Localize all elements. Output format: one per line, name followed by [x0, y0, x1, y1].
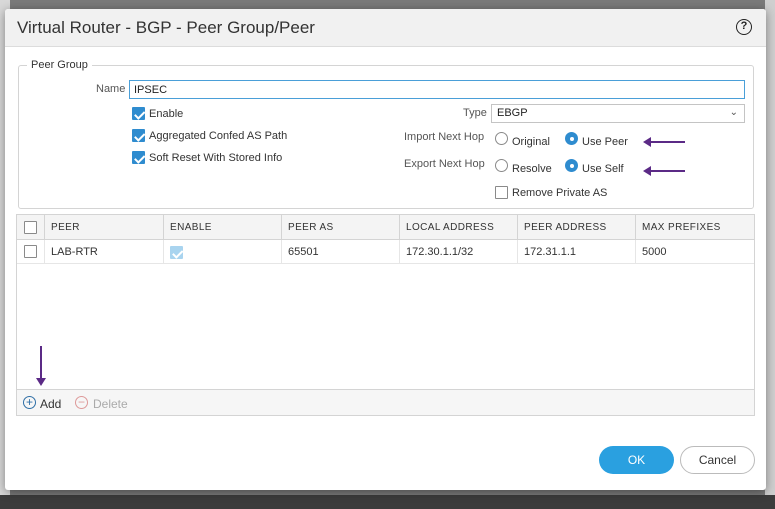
export-next-hop-label: Export Next Hop [404, 158, 485, 170]
delete-button[interactable]: − Delete [75, 396, 135, 411]
help-icon[interactable]: ? [736, 19, 752, 35]
peer-group-dialog: Virtual Router - BGP - Peer Group/Peer ?… [5, 9, 766, 490]
dialog-header: Virtual Router - BGP - Peer Group/Peer ? [5, 9, 766, 47]
enable-check-icon [170, 246, 183, 259]
export-resolve-label: Resolve [512, 163, 552, 175]
column-header-max-prefixes[interactable]: MAX PREFIXES [635, 215, 753, 240]
export-use-self-radio[interactable] [565, 159, 578, 172]
table-row[interactable]: LAB-RTR 65501 172.30.1.1/32 172.31.1.1 5… [17, 240, 754, 264]
table-header: PEER ENABLE PEER AS LOCAL ADDRESS PEER A… [17, 215, 754, 240]
peers-table: PEER ENABLE PEER AS LOCAL ADDRESS PEER A… [16, 214, 755, 416]
column-header-peer-as[interactable]: PEER AS [281, 215, 399, 240]
table-footer: + Add − Delete [17, 389, 754, 415]
remove-private-as-label: Remove Private AS [512, 187, 608, 199]
remove-private-as-checkbox[interactable] [495, 186, 508, 199]
chevron-down-icon: ⌄ [729, 107, 738, 118]
delete-label: Delete [93, 397, 128, 411]
ok-button[interactable]: OK [599, 446, 674, 474]
export-resolve-radio[interactable] [495, 159, 508, 172]
name-input[interactable] [129, 80, 745, 99]
column-header-peer-address[interactable]: PEER ADDRESS [517, 215, 635, 240]
enable-checkbox[interactable] [132, 107, 145, 120]
cell-enable [163, 240, 281, 264]
aggregated-confed-label: Aggregated Confed AS Path [149, 130, 288, 142]
import-original-label: Original [512, 136, 550, 148]
cell-local-address: 172.30.1.1/32 [399, 240, 517, 264]
aggregated-confed-checkbox[interactable] [132, 129, 145, 142]
import-next-hop-label: Import Next Hop [404, 131, 485, 143]
export-use-self-label: Use Self [582, 163, 624, 175]
dialog-title: Virtual Router - BGP - Peer Group/Peer [17, 18, 315, 37]
import-original-radio[interactable] [495, 132, 508, 145]
type-label: Type [463, 107, 487, 119]
annotation-arrow-import [643, 137, 685, 147]
import-use-peer-label: Use Peer [582, 136, 628, 148]
column-header-peer[interactable]: PEER [44, 215, 163, 240]
cell-peer-address: 172.31.1.1 [517, 240, 635, 264]
name-label: Name [96, 83, 126, 95]
select-all-checkbox[interactable] [24, 221, 37, 234]
column-header-enable[interactable]: ENABLE [163, 215, 281, 240]
add-label: Add [40, 397, 62, 411]
annotation-arrow-export [643, 166, 685, 176]
plus-circle-icon: + [23, 396, 36, 409]
import-use-peer-radio[interactable] [565, 132, 578, 145]
annotation-arrow-add [36, 346, 46, 386]
column-header-local-address[interactable]: LOCAL ADDRESS [399, 215, 517, 240]
soft-reset-checkbox[interactable] [132, 151, 145, 164]
background-bottom-strip [0, 495, 775, 509]
type-select-value: EBGP [497, 107, 528, 119]
background-right-strip [765, 0, 775, 509]
peer-group-fieldset: Peer Group Name Enable Aggregated Confed… [18, 59, 754, 209]
cancel-button[interactable]: Cancel [680, 446, 755, 474]
add-button[interactable]: + Add [23, 396, 73, 411]
soft-reset-label: Soft Reset With Stored Info [149, 152, 283, 164]
cell-peer[interactable]: LAB-RTR [44, 240, 163, 264]
row-select-checkbox[interactable] [24, 245, 37, 258]
cell-peer-as: 65501 [281, 240, 399, 264]
peer-group-legend: Peer Group [27, 59, 92, 71]
cell-max-prefixes: 5000 [635, 240, 753, 264]
enable-label: Enable [149, 108, 184, 120]
minus-circle-icon: − [75, 396, 88, 409]
type-select[interactable]: EBGP ⌄ [491, 104, 745, 123]
